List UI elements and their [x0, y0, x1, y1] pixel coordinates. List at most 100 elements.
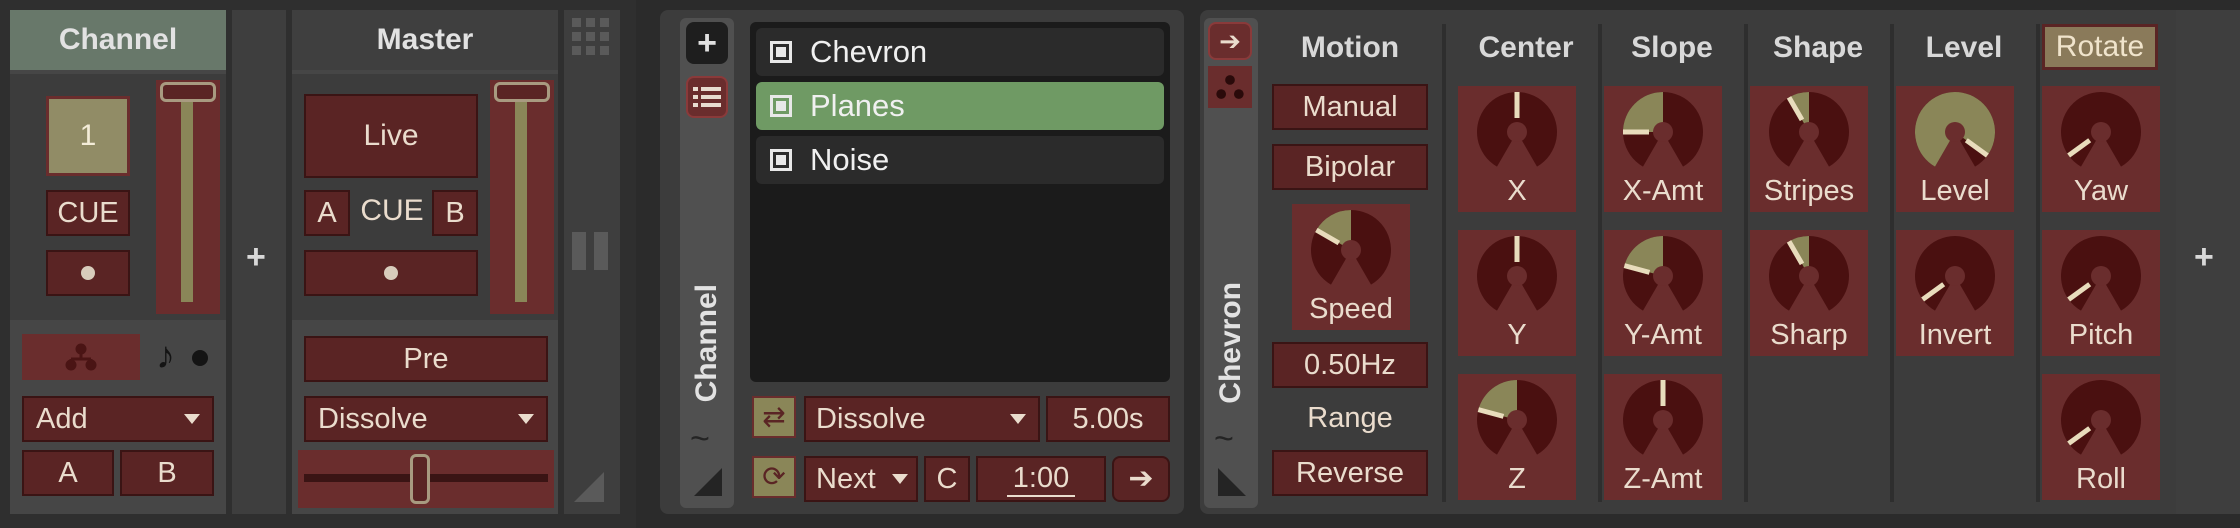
channel-record-button[interactable]	[46, 250, 130, 296]
transition-dropdown[interactable]: Dissolve	[804, 396, 1040, 442]
transition-time-field[interactable]: 5.00s	[1046, 396, 1170, 442]
channel-number-button[interactable]: 1	[46, 96, 130, 176]
master-fader-track[interactable]	[490, 80, 554, 314]
knob-dial-icon	[1623, 236, 1703, 311]
knob-level[interactable]: Level	[1896, 86, 2014, 212]
knob-dial-icon	[1477, 92, 1557, 167]
crossfader-handle[interactable]	[410, 454, 430, 504]
motion-manual-button[interactable]: Manual	[1272, 84, 1428, 130]
auto-cycle-dropdown[interactable]: Next	[804, 456, 918, 502]
channel-blend-mode-value: Add	[36, 402, 88, 435]
dropdown-caret-icon	[1010, 414, 1026, 424]
column-header-rotate[interactable]: Rotate	[2042, 24, 2158, 70]
knob-yaw[interactable]: Yaw	[2042, 86, 2160, 212]
transition-value: Dissolve	[816, 402, 926, 435]
column-divider	[1442, 24, 1446, 502]
add-pattern-button[interactable]: +	[686, 22, 728, 64]
channel-b-button[interactable]: B	[120, 450, 214, 496]
pattern-item-chevron[interactable]: Chevron	[756, 28, 1164, 76]
knob-stripes[interactable]: Stripes	[1750, 86, 1868, 212]
knob-x-amt[interactable]: X-Amt	[1604, 86, 1722, 212]
speed-knob[interactable]: Speed	[1292, 204, 1410, 330]
column-divider	[1890, 24, 1894, 502]
auto-cycle-value: Next	[816, 462, 876, 495]
motion-bipolar-button[interactable]: Bipolar	[1272, 144, 1428, 190]
master-pre-button[interactable]: Pre	[304, 336, 548, 382]
grid-icon[interactable]	[570, 16, 612, 58]
master-record-button[interactable]	[304, 250, 478, 296]
pattern-enabled-checkbox[interactable]	[770, 149, 792, 171]
knob-label: X-Amt	[1622, 175, 1704, 207]
knob-dial-icon	[2061, 92, 2141, 167]
wave-icon[interactable]: ~	[690, 422, 710, 456]
swap-icon: ⇄	[762, 401, 786, 432]
knob-y-amt[interactable]: Y-Amt	[1604, 230, 1722, 356]
add-device-plus-icon[interactable]: +	[2194, 240, 2214, 274]
master-transition-dropdown[interactable]: Dissolve	[304, 396, 548, 442]
knob-sharp[interactable]: Sharp	[1750, 230, 1868, 356]
channel-cue-button[interactable]: CUE	[46, 190, 130, 236]
channel-strip-title[interactable]: Channel	[10, 10, 226, 70]
cycle-time-field[interactable]: 1:00	[976, 456, 1106, 502]
range-label: Range	[1307, 402, 1393, 434]
knob-dial-icon	[2061, 380, 2141, 455]
knob-dial-icon	[1623, 92, 1703, 167]
crossfader[interactable]	[298, 450, 554, 508]
device-modulation-button[interactable]	[1208, 66, 1252, 108]
channel-fader-fill	[181, 94, 193, 302]
knob-z[interactable]: Z	[1458, 374, 1576, 500]
master-a-button[interactable]: A	[304, 190, 350, 236]
pattern-enabled-checkbox[interactable]	[770, 95, 792, 117]
knob-roll[interactable]: Roll	[2042, 374, 2160, 500]
speed-knob-label: Speed	[1309, 293, 1393, 325]
knob-dial-icon	[1915, 236, 1995, 311]
midi-dot-icon[interactable]	[192, 350, 208, 366]
knob-z-amt[interactable]: Z-Amt	[1604, 374, 1722, 500]
knob-label: Yaw	[2073, 175, 2129, 207]
motion-reverse-button[interactable]: Reverse	[1272, 450, 1428, 496]
add-channel-plus-icon[interactable]: +	[246, 240, 266, 274]
channel-device-tree-button[interactable]	[22, 334, 140, 380]
knob-dial-icon	[2061, 236, 2141, 311]
knob-x[interactable]: X	[1458, 86, 1576, 212]
column-divider	[2036, 24, 2040, 502]
knob-dial-icon	[1769, 236, 1849, 311]
master-cue-label[interactable]: CUE	[356, 194, 428, 228]
knob-label: Y-Amt	[1624, 319, 1702, 351]
master-fader-handle[interactable]	[494, 82, 550, 102]
pause-icon[interactable]	[570, 230, 612, 272]
pattern-list-button[interactable]	[686, 76, 728, 118]
music-note-icon[interactable]: ♪	[156, 336, 175, 376]
transition-enable-button[interactable]: ⇄	[752, 396, 796, 438]
pattern-item-noise[interactable]: Noise	[756, 136, 1164, 184]
knob-dial-icon	[1477, 236, 1557, 311]
column-divider	[1598, 24, 1602, 502]
knob-label: Level	[1920, 175, 1990, 207]
speed-value-field[interactable]: 0.50Hz	[1272, 342, 1428, 388]
knob-dial-icon	[1623, 380, 1703, 455]
pattern-enabled-checkbox[interactable]	[770, 41, 792, 63]
channel-fader-handle[interactable]	[160, 82, 216, 102]
resize-corner-icon[interactable]	[692, 466, 724, 498]
trigger-next-button[interactable]: ➔	[1112, 456, 1170, 502]
channel-fader-track[interactable]	[156, 80, 220, 314]
channel-panel-title: Channel	[690, 284, 723, 403]
knob-y[interactable]: Y	[1458, 230, 1576, 356]
knob-pitch[interactable]: Pitch	[2042, 230, 2160, 356]
knob-invert[interactable]: Invert	[1896, 230, 2014, 356]
record-dot-icon	[384, 266, 398, 280]
channel-a-button[interactable]: A	[22, 450, 114, 496]
pattern-item-planes[interactable]: Planes	[756, 82, 1164, 130]
auto-cycle-enable-button[interactable]: ⟳	[752, 456, 796, 498]
master-live-button[interactable]: Live	[304, 94, 478, 178]
loop-icon: ⟳	[762, 461, 786, 492]
device-expand-button[interactable]: ➔	[1208, 22, 1252, 60]
knob-label: Z-Amt	[1623, 463, 1703, 495]
channel-blend-mode-dropdown[interactable]: Add	[22, 396, 214, 442]
wave-icon[interactable]: ~	[1214, 422, 1234, 456]
resize-corner-icon[interactable]	[572, 470, 606, 504]
cycle-c-button[interactable]: C	[924, 456, 970, 502]
resize-corner-icon[interactable]	[1216, 466, 1248, 498]
knob-label: Z	[1508, 463, 1526, 495]
master-b-button[interactable]: B	[432, 190, 478, 236]
